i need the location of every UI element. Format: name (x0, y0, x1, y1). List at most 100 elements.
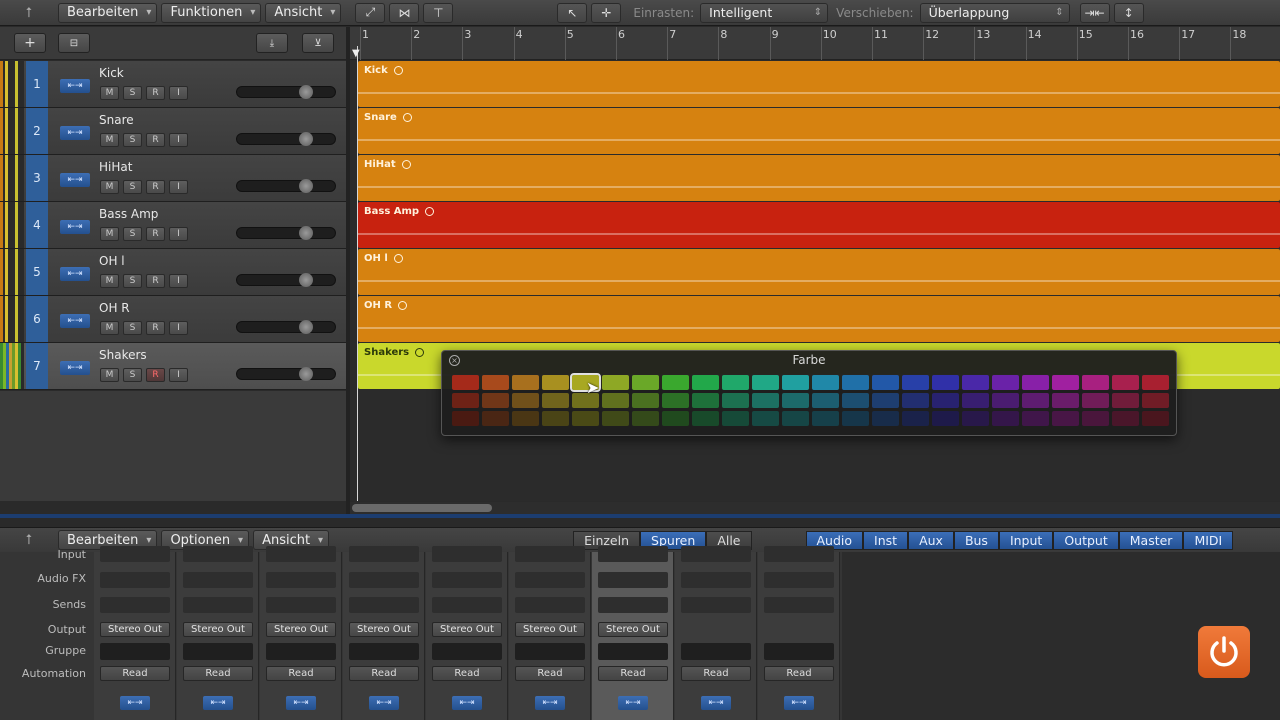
mute-button[interactable]: M (100, 274, 119, 288)
automation-button[interactable]: Read (764, 666, 834, 681)
volume-slider[interactable] (236, 367, 336, 381)
filter-midi[interactable]: MIDI (1183, 530, 1234, 550)
snap-select[interactable]: Intelligent (700, 2, 829, 23)
color-swatch[interactable] (542, 375, 569, 390)
color-swatch[interactable] (512, 411, 539, 426)
playhead-marker-icon[interactable]: ▼ (352, 48, 362, 59)
input-monitor-button[interactable]: I (169, 274, 188, 288)
record-button[interactable]: R (146, 133, 165, 147)
automation-button[interactable]: Read (432, 666, 502, 681)
track-name[interactable]: Bass Amp (99, 207, 158, 221)
color-swatch[interactable] (812, 411, 839, 426)
automation-button[interactable]: Read (100, 666, 170, 681)
input-slot[interactable] (183, 546, 253, 562)
menu-ansicht[interactable]: Ansicht (265, 2, 342, 23)
audio-fx-slot[interactable] (764, 572, 834, 588)
volume-slider[interactable] (236, 320, 336, 334)
color-swatch[interactable] (752, 411, 779, 426)
volume-slider[interactable] (236, 179, 336, 193)
volume-knob[interactable] (299, 320, 313, 334)
input-slot[interactable] (100, 546, 170, 562)
record-button[interactable]: R (146, 274, 165, 288)
automation-button[interactable]: Read (266, 666, 336, 681)
input-monitor-button[interactable]: I (169, 86, 188, 100)
group-slot[interactable] (183, 643, 253, 660)
window-divider[interactable] (0, 514, 1280, 518)
flex-icon[interactable]: ⋈ (389, 2, 420, 23)
filter-bus[interactable]: Bus (953, 530, 999, 550)
audio-fx-slot[interactable] (432, 572, 502, 588)
vertical-zoom-icon[interactable]: ↕ (1113, 2, 1144, 23)
mute-button[interactable]: M (100, 180, 119, 194)
track-name[interactable]: OH l (99, 254, 125, 268)
volume-slider[interactable] (236, 85, 336, 99)
send-slot[interactable] (681, 597, 751, 613)
group-slot[interactable] (432, 643, 502, 660)
color-swatch[interactable] (962, 411, 989, 426)
color-swatch[interactable] (932, 411, 959, 426)
menu-funktionen[interactable]: Funktionen (161, 2, 262, 23)
color-swatch[interactable] (1082, 375, 1109, 390)
color-swatch[interactable] (482, 393, 509, 408)
group-slot[interactable] (598, 643, 668, 660)
channel-strip[interactable]: Read ⇤⇥ (758, 546, 840, 720)
color-swatch[interactable] (632, 375, 659, 390)
volume-knob[interactable] (299, 367, 313, 381)
color-swatch[interactable] (1112, 393, 1139, 408)
volume-slider[interactable] (236, 226, 336, 240)
track-header[interactable]: 4 ⇤⇥ Bass Amp M S R I (0, 202, 346, 249)
color-swatch[interactable] (992, 393, 1019, 408)
output-button[interactable]: Stereo Out (598, 622, 668, 637)
automation-button[interactable]: Read (183, 666, 253, 681)
record-button[interactable]: R (146, 368, 165, 382)
track-header[interactable]: 7 ⇤⇥ Shakers M S R I (0, 343, 346, 390)
input-monitor-button[interactable]: I (169, 180, 188, 194)
color-swatch[interactable] (512, 393, 539, 408)
input-monitor-button[interactable]: I (169, 321, 188, 335)
color-swatch[interactable] (722, 411, 749, 426)
color-swatch[interactable] (842, 375, 869, 390)
color-swatch[interactable] (992, 375, 1019, 390)
crosshair-tool-icon[interactable]: ✛ (591, 2, 622, 23)
volume-knob[interactable] (299, 226, 313, 240)
input-slot[interactable] (266, 546, 336, 562)
group-slot[interactable] (515, 643, 585, 660)
track-name[interactable]: OH R (99, 301, 130, 315)
pointer-tool-icon[interactable]: ↖ (557, 2, 588, 23)
color-swatch[interactable] (932, 393, 959, 408)
playhead[interactable] (357, 46, 358, 501)
color-swatch[interactable] (752, 375, 779, 390)
send-slot[interactable] (598, 597, 668, 613)
color-swatch[interactable] (452, 375, 479, 390)
global-tracks-icon[interactable]: ⊟ (58, 33, 90, 53)
color-swatch[interactable] (962, 375, 989, 390)
input-slot[interactable] (515, 546, 585, 562)
output-button[interactable]: Stereo Out (100, 622, 170, 637)
track-header[interactable]: 1 ⇤⇥ Kick M S R I (0, 61, 346, 108)
group-slot[interactable] (266, 643, 336, 660)
bar-ruler[interactable]: 1 2 3 4 5 6 7 8 9 10 11 12 13 14 15 16 17 18 (350, 27, 1280, 60)
track-options-icon[interactable]: ⤓ (256, 33, 288, 53)
color-swatch[interactable] (782, 411, 809, 426)
color-swatch[interactable] (602, 411, 629, 426)
waveform-zoom-icon[interactable]: ⇥⇤ (1079, 2, 1110, 23)
volume-slider[interactable] (236, 273, 336, 287)
volume-slider[interactable] (236, 132, 336, 146)
track-header[interactable]: 5 ⇤⇥ OH l M S R I (0, 249, 346, 296)
automation-button[interactable]: Read (598, 666, 668, 681)
channel-strip[interactable]: Stereo Out Read ⇤⇥ (592, 546, 674, 720)
send-slot[interactable] (100, 597, 170, 613)
automation-button[interactable]: Read (349, 666, 419, 681)
output-button[interactable]: Stereo Out (349, 622, 419, 637)
color-swatch[interactable] (572, 411, 599, 426)
color-swatch[interactable] (1052, 375, 1079, 390)
solo-button[interactable]: S (123, 274, 142, 288)
channel-strip[interactable]: Stereo Out Read ⇤⇥ (94, 546, 176, 720)
input-slot[interactable] (764, 546, 834, 562)
group-slot[interactable] (100, 643, 170, 660)
track-header[interactable]: 2 ⇤⇥ Snare M S R I (0, 108, 346, 155)
filter-input[interactable]: Input (998, 530, 1054, 550)
color-swatch[interactable] (692, 393, 719, 408)
send-slot[interactable] (183, 597, 253, 613)
channel-strip[interactable]: Stereo Out Read ⇤⇥ (343, 546, 425, 720)
